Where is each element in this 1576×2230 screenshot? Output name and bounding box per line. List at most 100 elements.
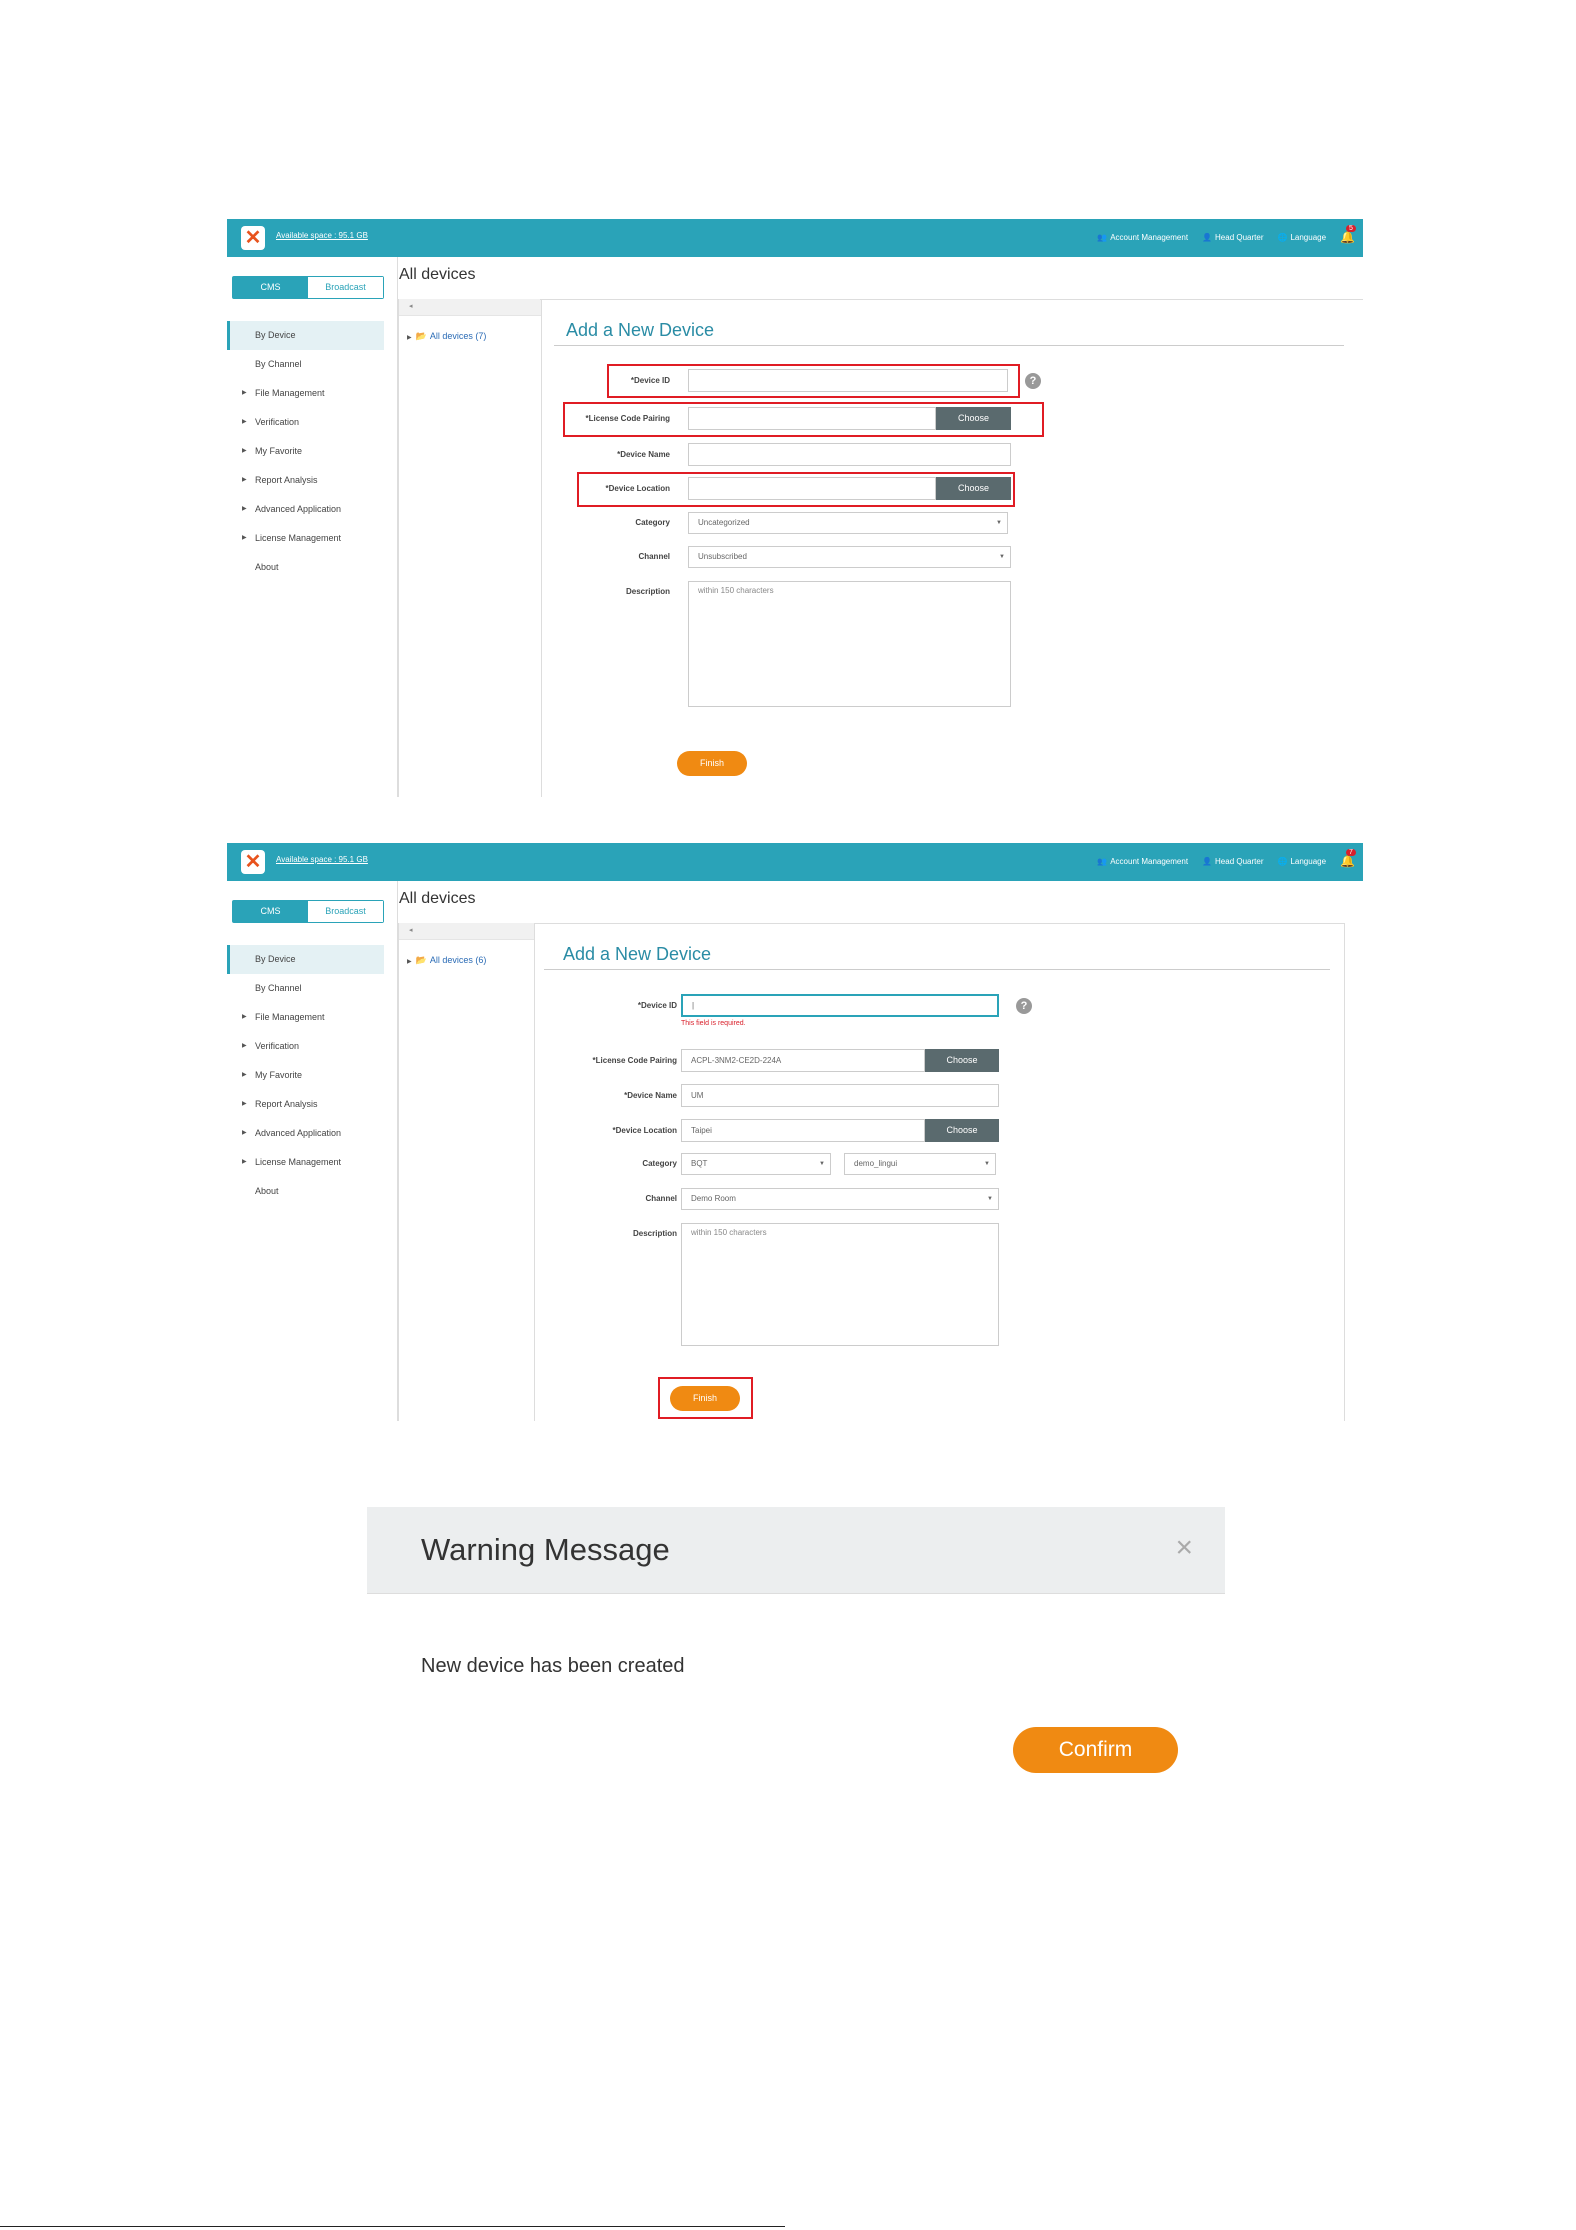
sidebar-item-report-analysis[interactable]: ▶ Report Analysis	[227, 1090, 397, 1119]
device-name-input[interactable]: UM	[681, 1084, 999, 1107]
device-name-input[interactable]	[688, 443, 1011, 466]
subcategory-select[interactable]: demo_lingui ▼	[844, 1153, 996, 1175]
globe-icon: 🌐	[1277, 856, 1288, 866]
tab-cms[interactable]: CMS	[233, 277, 308, 298]
sidebar-item-license-management[interactable]: ▶ License Management	[227, 1148, 397, 1177]
sidebar-item-by-device[interactable]: By Device	[227, 945, 384, 974]
top-right-menu: 👥 Account Management 👤 Head Quarter 🌐 Langu…	[1097, 225, 1356, 244]
bell-icon[interactable]: 🔔 5	[1340, 225, 1356, 244]
users-icon: 👥	[1097, 856, 1108, 866]
available-space: Available space : 95.1 GB	[276, 231, 368, 240]
tree-node-all-devices[interactable]: ▶ 📂 All devices (6)	[399, 955, 534, 966]
help-icon[interactable]: ?	[1016, 998, 1032, 1014]
sidebar-item-verification[interactable]: ▶ Verification	[227, 408, 397, 437]
highlight-location	[577, 472, 1015, 507]
mode-tabs: CMS Broadcast	[232, 276, 384, 299]
close-icon[interactable]: ×	[1175, 1531, 1193, 1565]
tab-broadcast[interactable]: Broadcast	[308, 901, 383, 922]
license-input[interactable]: ACPL-3NM2-CE2D-224A	[681, 1049, 925, 1072]
dialog-title: Warning Message	[421, 1532, 670, 1567]
license-label: *License Code Pairing	[592, 1056, 677, 1065]
top-bar: ✕ Available space : 95.1 GB 👥 Account Man…	[227, 219, 1363, 257]
top-bar: ✕ Available space : 95.1 GB 👥 Account Man…	[227, 843, 1363, 881]
help-icon[interactable]: ?	[1025, 373, 1041, 389]
caret-down-icon: ▼	[987, 1196, 993, 1202]
tab-cms[interactable]: CMS	[233, 901, 308, 922]
sidebar-item-report-analysis[interactable]: ▶ Report Analysis	[227, 466, 397, 495]
mode-tabs: CMS Broadcast	[232, 900, 384, 923]
sidebar-item-advanced-application[interactable]: ▶ Advanced Application	[227, 495, 397, 524]
page-title: All devices	[399, 266, 476, 283]
dialog-message: New device has been created	[421, 1655, 685, 1677]
sidebar-item-advanced-application[interactable]: ▶ Advanced Application	[227, 1119, 397, 1148]
sidebar-menu: By Device By Channel ▶ File Management ▶ V…	[227, 945, 397, 1206]
form-title: Add a New Device	[563, 944, 712, 964]
caret-right-icon: ▶	[407, 959, 412, 965]
head-quarter-link[interactable]: 👤 Head Quarter	[1202, 233, 1263, 242]
sidebar-item-file-management[interactable]: ▶ File Management	[227, 379, 397, 408]
device-tree: ◂ ▶ 📂 All devices (7)	[398, 299, 542, 797]
sidebar-item-by-channel[interactable]: By Channel	[227, 974, 397, 1003]
top-right-menu: 👥 Account Management 👤 Head Quarter 🌐 Langu…	[1097, 849, 1356, 868]
sidebar-item-by-device[interactable]: By Device	[227, 321, 384, 350]
account-management-link[interactable]: 👥 Account Management	[1097, 233, 1188, 242]
caret-right-icon: ▶	[242, 448, 247, 454]
account-management-link[interactable]: 👥 Account Management	[1097, 857, 1188, 866]
highlight-license	[563, 402, 1044, 437]
add-device-form: Add a New Device *Device ID ? *License C…	[540, 299, 1363, 797]
device-id-label: *Device ID	[637, 1001, 677, 1010]
tree-collapse-handle[interactable]: ◂	[399, 299, 541, 316]
caret-right-icon: ▶	[242, 390, 247, 396]
caret-down-icon: ▼	[999, 554, 1005, 560]
sidebar-item-file-management[interactable]: ▶ File Management	[227, 1003, 397, 1032]
logo-icon[interactable]: ✕	[241, 226, 265, 250]
dialog-header: Warning Message ×	[367, 1507, 1225, 1594]
device-id-input[interactable]: |	[681, 994, 999, 1017]
description-textarea[interactable]: within 150 characters	[688, 581, 1011, 707]
device-location-input[interactable]: Taipei	[681, 1119, 925, 1142]
tree-node-all-devices[interactable]: ▶ 📂 All devices (7)	[399, 331, 541, 342]
description-label: Description	[632, 1229, 677, 1238]
form-title: Add a New Device	[566, 320, 715, 340]
device-tree: ◂ ▶ 📂 All devices (6)	[398, 923, 535, 1421]
confirm-button[interactable]: Confirm	[1013, 1727, 1178, 1773]
location-choose-button[interactable]: Choose	[925, 1119, 999, 1142]
sidebar-item-my-favorite[interactable]: ▶ My Favorite	[227, 1061, 397, 1090]
sidebar-item-verification[interactable]: ▶ Verification	[227, 1032, 397, 1061]
notification-badge: 5	[1346, 225, 1356, 232]
sidebar-menu: By Device By Channel ▶ File Management ▶ V…	[227, 321, 397, 582]
channel-select[interactable]: Demo Room ▼	[681, 1188, 999, 1210]
logo-icon[interactable]: ✕	[241, 850, 265, 874]
sidebar-item-by-channel[interactable]: By Channel	[227, 350, 397, 379]
head-quarter-link[interactable]: 👤 Head Quarter	[1202, 857, 1263, 866]
sidebar-item-my-favorite[interactable]: ▶ My Favorite	[227, 437, 397, 466]
category-select[interactable]: BQT ▼	[681, 1153, 831, 1175]
sidebar-item-license-management[interactable]: ▶ License Management	[227, 524, 397, 553]
add-device-form: Add a New Device *Device ID | ? This fie…	[534, 923, 1345, 1421]
channel-select[interactable]: Unsubscribed ▼	[688, 546, 1011, 568]
caret-right-icon: ▶	[242, 535, 247, 541]
caret-down-icon: ▼	[996, 520, 1002, 526]
caret-down-icon: ▼	[819, 1161, 825, 1167]
notification-badge: 7	[1346, 849, 1356, 856]
license-choose-button[interactable]: Choose	[925, 1049, 999, 1072]
device-name-label: *Device Name	[617, 450, 670, 459]
caret-right-icon: ▶	[242, 1159, 247, 1165]
caret-right-icon: ▶	[242, 1014, 247, 1020]
bell-icon[interactable]: 🔔 7	[1340, 849, 1356, 868]
description-textarea[interactable]: within 150 characters	[681, 1223, 999, 1346]
user-icon: 👤	[1202, 856, 1213, 866]
finish-button[interactable]: Finish	[677, 751, 747, 776]
title-divider	[554, 345, 1344, 346]
language-link[interactable]: 🌐 Language	[1277, 233, 1326, 242]
tree-collapse-handle[interactable]: ◂	[399, 923, 534, 940]
sidebar-item-about[interactable]: About	[227, 553, 397, 582]
highlight-device-id	[607, 364, 1020, 398]
sidebar-item-about[interactable]: About	[227, 1177, 397, 1206]
category-select[interactable]: Uncategorized ▼	[688, 512, 1008, 534]
highlight-finish	[658, 1377, 753, 1419]
tab-broadcast[interactable]: Broadcast	[308, 277, 383, 298]
caret-right-icon: ▶	[242, 477, 247, 483]
language-link[interactable]: 🌐 Language	[1277, 857, 1326, 866]
category-label: Category	[635, 518, 670, 527]
